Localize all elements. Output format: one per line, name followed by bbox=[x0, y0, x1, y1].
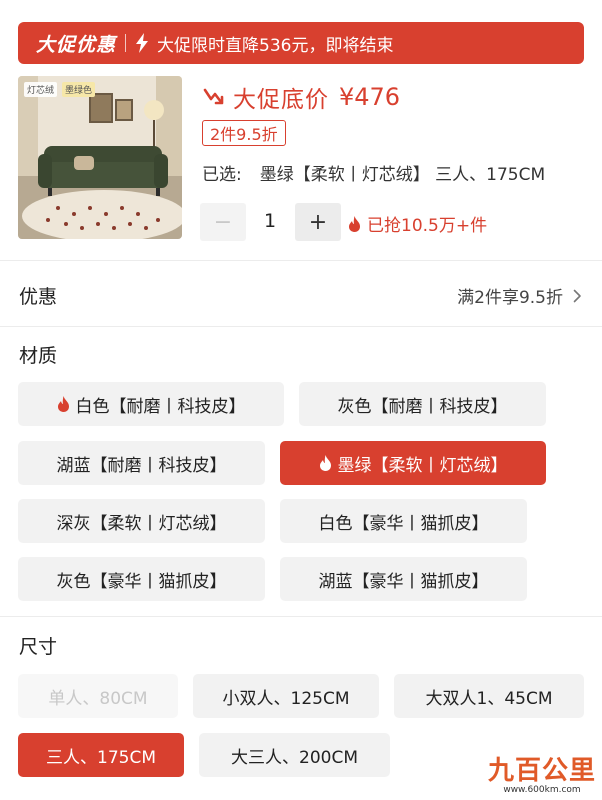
flame-icon bbox=[349, 215, 360, 232]
material-option-lake-blue-tech-leather[interactable]: 湖蓝【耐磨丨科技皮】 bbox=[18, 441, 265, 485]
chip-label: 湖蓝【耐磨丨科技皮】 bbox=[56, 455, 227, 476]
watermark-url: www.600km.com bbox=[503, 785, 581, 795]
coupon-title: 优惠 bbox=[19, 286, 58, 308]
watermark-logo: 九百公里 bbox=[488, 756, 597, 786]
size-option-large-double[interactable]: 大双人1、45CM bbox=[394, 674, 584, 718]
price-label: 大促底价 bbox=[233, 87, 329, 113]
divider bbox=[0, 616, 602, 617]
sold-text: 已抢10.5万+件 bbox=[367, 216, 488, 236]
material-title: 材质 bbox=[19, 345, 58, 367]
chip-label: 大双人1、45CM bbox=[425, 688, 553, 709]
chip-label: 单人、80CM bbox=[48, 688, 148, 709]
lightning-icon bbox=[136, 33, 149, 53]
material-option-gray-cat-scratch[interactable]: 灰色【豪华丨猫抓皮】 bbox=[18, 557, 265, 601]
chip-label: 灰色【耐磨丨科技皮】 bbox=[337, 396, 508, 417]
product-image[interactable]: 灯芯绒 墨绿色 bbox=[18, 76, 182, 239]
chip-label: 灰色【豪华丨猫抓皮】 bbox=[56, 571, 227, 592]
discount-badge: 2件9.5折 bbox=[202, 120, 286, 146]
divider bbox=[0, 326, 602, 327]
price-row: 大促底价 ¥476 bbox=[203, 80, 400, 114]
chip-label: 小双人、125CM bbox=[222, 688, 350, 709]
sold-count: 已抢10.5万+件 bbox=[348, 211, 487, 236]
material-option-dark-gray-corduroy[interactable]: 深灰【柔软丨灯芯绒】 bbox=[18, 499, 265, 543]
chip-label: 三人、175CM bbox=[46, 747, 156, 768]
quantity-value[interactable]: 1 bbox=[258, 210, 282, 232]
chip-label: 大三人、200CM bbox=[231, 747, 358, 768]
chip-label: 墨绿【柔软丨灯芯绒】 bbox=[337, 455, 508, 476]
sofa-photo bbox=[18, 76, 182, 239]
promo-banner: 大促优惠 大促限时直降536元，即将结束 bbox=[18, 22, 584, 64]
size-option-small-double[interactable]: 小双人、125CM bbox=[193, 674, 379, 718]
flame-icon bbox=[57, 396, 69, 412]
watermark: 九百公里 www.600km.com bbox=[488, 750, 596, 795]
flame-icon bbox=[319, 455, 331, 471]
material-option-lake-blue-cat-scratch[interactable]: 湖蓝【豪华丨猫抓皮】 bbox=[280, 557, 527, 601]
size-option-three-seater[interactable]: 三人、175CM bbox=[18, 733, 184, 777]
size-option-large-three-seater[interactable]: 大三人、200CM bbox=[199, 733, 390, 777]
chip-label: 白色【豪华丨猫抓皮】 bbox=[318, 513, 489, 534]
quantity-decrease-button[interactable]: − bbox=[200, 203, 246, 241]
material-option-gray-tech-leather[interactable]: 灰色【耐磨丨科技皮】 bbox=[299, 382, 546, 426]
promo-brand: 大促优惠 bbox=[36, 33, 117, 56]
quantity-increase-button[interactable]: + bbox=[295, 203, 341, 241]
selected-label: 已选: bbox=[202, 165, 242, 185]
coupon-link[interactable]: 满2件享9.5折 bbox=[457, 283, 582, 308]
image-tag-color: 墨绿色 bbox=[62, 82, 96, 97]
size-title: 尺寸 bbox=[19, 636, 58, 658]
chip-label: 湖蓝【豪华丨猫抓皮】 bbox=[318, 571, 489, 592]
chip-label: 白色【耐磨丨科技皮】 bbox=[75, 396, 246, 417]
selected-spec: 已选: 墨绿【柔软丨灯芯绒】 三人、175CM bbox=[202, 160, 545, 185]
price-down-arrow-icon bbox=[203, 88, 224, 105]
promo-divider bbox=[125, 34, 127, 52]
chip-label: 深灰【柔软丨灯芯绒】 bbox=[56, 513, 227, 534]
size-option-single[interactable]: 单人、80CM bbox=[18, 674, 178, 718]
material-option-dark-green-corduroy[interactable]: 墨绿【柔软丨灯芯绒】 bbox=[280, 441, 546, 485]
price-value: ¥476 bbox=[339, 83, 401, 111]
material-option-white-cat-scratch[interactable]: 白色【豪华丨猫抓皮】 bbox=[280, 499, 527, 543]
material-option-white-tech-leather[interactable]: 白色【耐磨丨科技皮】 bbox=[18, 382, 284, 426]
promo-text: 大促限时直降536元，即将结束 bbox=[157, 35, 394, 56]
divider bbox=[0, 260, 602, 261]
image-tag-material: 灯芯绒 bbox=[24, 82, 58, 97]
chevron-right-icon bbox=[573, 289, 581, 302]
selected-value: 墨绿【柔软丨灯芯绒】 三人、175CM bbox=[259, 165, 546, 185]
coupon-value: 满2件享9.5折 bbox=[457, 288, 563, 308]
